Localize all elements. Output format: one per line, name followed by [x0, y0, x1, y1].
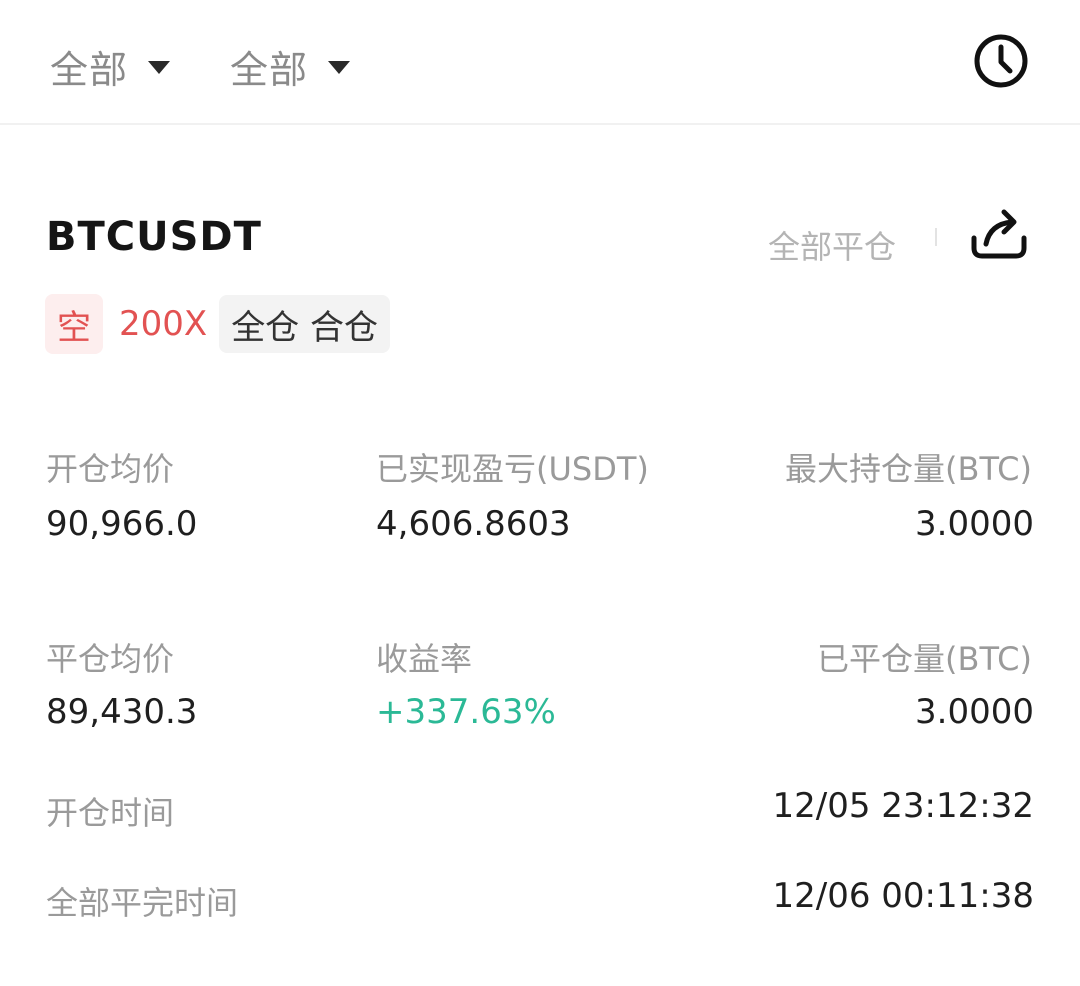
caret-down-icon	[148, 60, 171, 74]
realized-pnl-value: 4,606.8603	[376, 504, 571, 544]
return-rate-value: +337.63%	[376, 692, 556, 732]
clock-icon	[974, 34, 1028, 88]
side-badge: 空	[45, 294, 103, 354]
open-time-label: 开仓时间	[46, 794, 175, 832]
filter-label: 全部	[50, 47, 129, 92]
open-avg-price-label: 开仓均价	[46, 450, 175, 488]
open-time-value: 12/05 23:12:32	[772, 786, 1035, 826]
return-rate-label: 收益率	[376, 640, 473, 678]
filter-dropdown-2[interactable]: 全部	[230, 40, 351, 92]
share-button[interactable]	[968, 204, 1030, 262]
filter-label: 全部	[230, 47, 309, 92]
max-position-value: 3.0000	[915, 504, 1034, 544]
history-button[interactable]	[972, 32, 1030, 90]
close-avg-price-label: 平仓均价	[46, 640, 175, 678]
max-position-label: 最大持仓量(BTC)	[785, 450, 1032, 488]
full-close-time-value: 12/06 00:11:38	[772, 876, 1035, 916]
closed-volume-label: 已平仓量(BTC)	[817, 640, 1032, 678]
open-avg-price-value: 90,966.0	[46, 504, 198, 544]
top-filter-bar: 全部 全部	[0, 0, 1080, 125]
realized-pnl-label: 已实现盈亏(USDT)	[376, 450, 649, 488]
position-tags: 空 200X 全仓 合仓	[45, 294, 390, 354]
caret-down-icon	[328, 60, 351, 74]
position-symbol: BTCUSDT	[46, 214, 262, 260]
filter-dropdown-1[interactable]: 全部	[50, 40, 171, 92]
closed-volume-value: 3.0000	[915, 692, 1034, 732]
leverage-label: 200X	[119, 304, 208, 344]
share-icon	[971, 209, 1027, 259]
full-close-time-label: 全部平完时间	[46, 884, 239, 922]
close-avg-price-value: 89,430.3	[46, 692, 198, 732]
margin-mode-badge: 全仓 合仓	[219, 295, 390, 353]
close-all-button[interactable]: 全部平仓	[768, 222, 896, 268]
divider	[935, 228, 937, 246]
